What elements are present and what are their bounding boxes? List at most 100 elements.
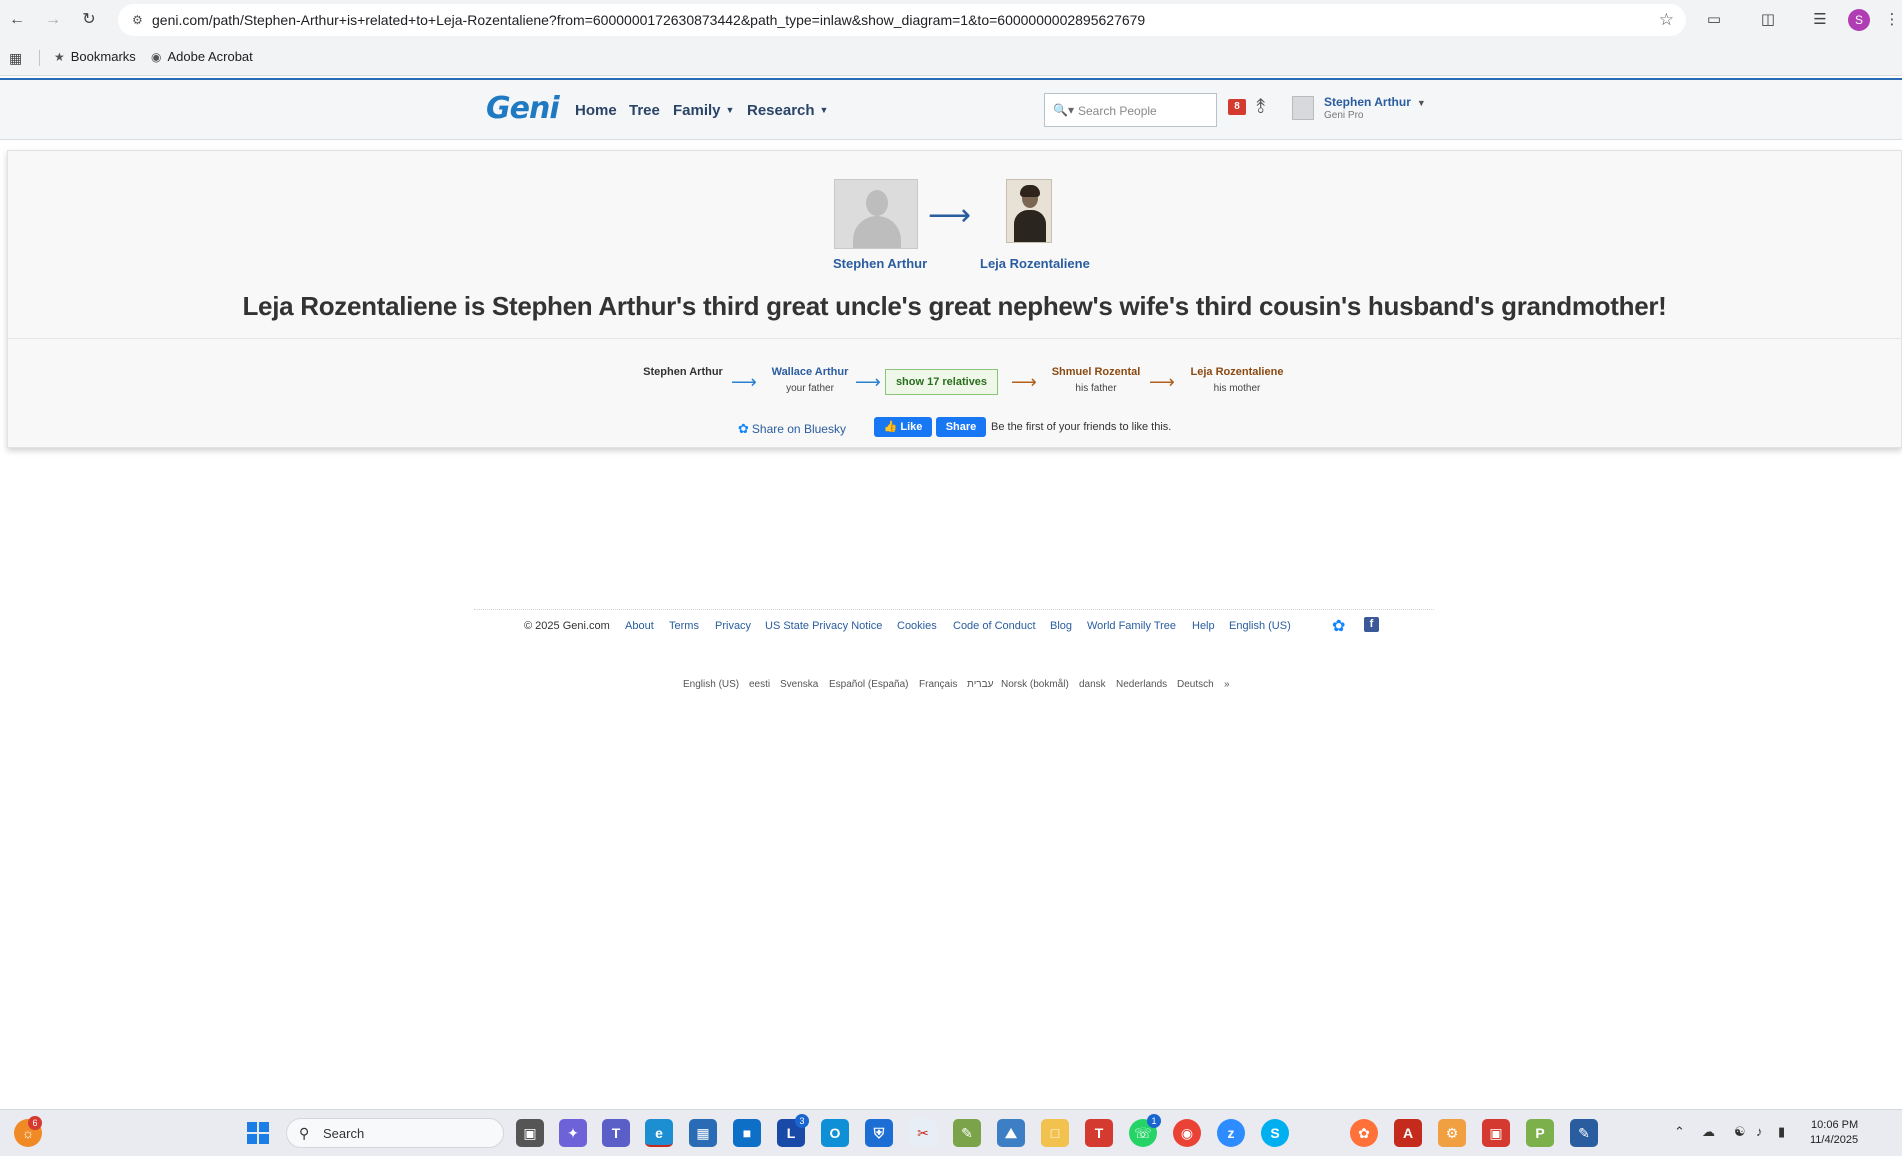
lang-eesti[interactable]: eesti xyxy=(749,679,770,690)
extensions-icon[interactable]: ▭ xyxy=(1702,8,1726,32)
path-person-shmuel[interactable]: Shmuel Rozental his father xyxy=(1039,366,1153,394)
app-o-icon[interactable]: O xyxy=(821,1119,849,1147)
lang-nederlands[interactable]: Nederlands xyxy=(1116,679,1167,690)
chrome-icon[interactable]: ◉ xyxy=(1173,1119,1201,1147)
stephen-arthur-photo[interactable] xyxy=(834,179,918,249)
footer-link-privacy[interactable]: Privacy xyxy=(715,620,751,632)
onedrive-cloud-icon[interactable]: ☁ xyxy=(1702,1124,1715,1140)
bluesky-icon[interactable]: ✿ xyxy=(1332,616,1345,636)
nav-home[interactable]: Home xyxy=(575,102,617,119)
bookmark-bookmarks[interactable]: ★ Bookmarks xyxy=(54,49,136,64)
facebook-like-button[interactable]: 👍 Like xyxy=(874,417,932,437)
volume-icon[interactable]: ♪ xyxy=(1756,1124,1763,1139)
copilot-icon[interactable]: ✦ xyxy=(559,1119,587,1147)
footer-link-language[interactable]: English (US) xyxy=(1229,620,1291,632)
bookmarks-bar: ▦ ★ Bookmarks ◉ Adobe Acrobat xyxy=(0,40,1902,76)
profile-avatar[interactable]: S xyxy=(1848,9,1870,31)
footer-link-help[interactable]: Help xyxy=(1192,620,1215,632)
snipping-tool-icon[interactable]: ✂ xyxy=(909,1119,937,1147)
battery-icon[interactable]: ▮ xyxy=(1778,1124,1785,1140)
chevron-down-icon: ▼ xyxy=(725,105,735,115)
store-icon[interactable]: ▦ xyxy=(689,1119,717,1147)
leja-rozentaliene-photo[interactable] xyxy=(1006,179,1052,243)
geni-logo[interactable]: Geni xyxy=(486,91,560,126)
site-info-icon[interactable]: ⚙ xyxy=(132,12,148,28)
path-person-wallace[interactable]: Wallace Arthur your father xyxy=(758,366,862,394)
search-people-input[interactable] xyxy=(1078,101,1208,121)
acrobat-icon: ◉ xyxy=(151,50,162,64)
lang-dansk[interactable]: dansk xyxy=(1079,679,1106,690)
wifi-icon[interactable]: ☯ xyxy=(1734,1124,1746,1140)
back-arrow-icon[interactable]: ← xyxy=(6,9,28,31)
task-view-icon[interactable]: ▣ xyxy=(516,1119,544,1147)
user-avatar[interactable] xyxy=(1292,96,1314,120)
footer-link-us-state-privacy[interactable]: US State Privacy Notice xyxy=(765,620,882,632)
zoom-icon[interactable]: z xyxy=(1217,1119,1245,1147)
lang-norsk[interactable]: Norsk (bokmål) xyxy=(1001,679,1069,690)
defender-shield-icon[interactable]: ⛨ xyxy=(865,1119,893,1147)
search-icon[interactable]: 🔍▾ xyxy=(1053,103,1074,117)
lang-deutsch[interactable]: Deutsch xyxy=(1177,679,1214,690)
facebook-share-button[interactable]: Share xyxy=(936,417,986,437)
skype-icon[interactable]: S xyxy=(1261,1119,1289,1147)
taskbar-search[interactable]: ⚲ Search xyxy=(286,1118,504,1148)
notepad-icon[interactable]: ✎ xyxy=(953,1119,981,1147)
path-person-leja[interactable]: Leja Rozentaliene his mother xyxy=(1175,366,1299,394)
facebook-icon[interactable]: f xyxy=(1364,617,1379,632)
show-hidden-icons-chevron-icon[interactable]: ⌃ xyxy=(1674,1124,1685,1140)
file-explorer-icon[interactable]: □ xyxy=(1041,1119,1069,1147)
search-people-box[interactable]: 🔍▾ xyxy=(1044,93,1217,127)
nav-tree[interactable]: Tree xyxy=(629,102,660,119)
bookmarks-divider xyxy=(39,50,40,66)
to-person-link[interactable]: Leja Rozentaliene xyxy=(980,256,1090,271)
reload-icon[interactable]: ↻ xyxy=(78,9,100,31)
forward-arrow-icon[interactable]: → xyxy=(42,9,64,31)
lang-francais[interactable]: Français xyxy=(919,679,957,690)
apps-grid-icon[interactable]: ▦ xyxy=(9,50,22,67)
footer-link-about[interactable]: About xyxy=(625,620,654,632)
app-icon-blue[interactable]: ■ xyxy=(733,1119,761,1147)
bookmark-adobe-acrobat[interactable]: ◉ Adobe Acrobat xyxy=(151,49,253,64)
teams-icon[interactable]: T xyxy=(602,1119,630,1147)
bookmark-star-icon[interactable]: ☆ xyxy=(1659,10,1674,30)
url-text[interactable]: geni.com/path/Stephen-Arthur+is+related+… xyxy=(152,12,1145,28)
photos-icon[interactable]: ⛰ xyxy=(997,1119,1025,1147)
relationship-panel: ⟶ Stephen Arthur Leja Rozentaliene Leja … xyxy=(7,150,1902,448)
taskbar-clock[interactable]: 10:06 PM 11/4/2025 xyxy=(1810,1118,1858,1148)
media-control-icon[interactable]: ☰ xyxy=(1808,8,1832,32)
lang-english-us[interactable]: English (US) xyxy=(683,679,739,690)
share-icon[interactable]: ⥉ xyxy=(1256,96,1265,119)
footer-link-world-family-tree[interactable]: World Family Tree xyxy=(1087,620,1176,632)
show-relatives-button[interactable]: show 17 relatives xyxy=(885,369,998,395)
from-person-link[interactable]: Stephen Arthur xyxy=(833,256,927,271)
app-orange-icon[interactable]: ⚙ xyxy=(1438,1119,1466,1147)
relationship-summary: ⟶ Stephen Arthur Leja Rozentaliene Leja … xyxy=(8,151,1901,339)
app-green-icon[interactable]: P xyxy=(1526,1119,1554,1147)
whatsapp-badge: 1 xyxy=(1147,1114,1161,1128)
app-t-icon[interactable]: T xyxy=(1085,1119,1113,1147)
nav-family[interactable]: Family ▼ xyxy=(673,102,734,119)
address-bar[interactable]: ⚙ geni.com/path/Stephen-Arthur+is+relate… xyxy=(118,4,1686,36)
notification-badge[interactable]: 8 xyxy=(1228,99,1246,115)
app-red-icon[interactable]: ▣ xyxy=(1482,1119,1510,1147)
path-person-stephen[interactable]: Stephen Arthur xyxy=(631,366,735,378)
lang-more[interactable]: » xyxy=(1224,679,1230,690)
lang-hebrew[interactable]: עברית xyxy=(967,679,993,690)
footer-link-blog[interactable]: Blog xyxy=(1050,620,1072,632)
lang-svenska[interactable]: Svenska xyxy=(780,679,818,690)
tab-search-icon[interactable]: ◫ xyxy=(1756,8,1780,32)
lang-espanol[interactable]: Español (España) xyxy=(829,679,909,690)
share-bluesky-link[interactable]: ✿ Share on Bluesky xyxy=(738,421,846,437)
app-edit-icon[interactable]: ✎ xyxy=(1570,1119,1598,1147)
relationship-headline: Leja Rozentaliene is Stephen Arthur's th… xyxy=(242,291,1667,321)
footer-link-cookies[interactable]: Cookies xyxy=(897,620,937,632)
menu-kebab-icon[interactable]: ⋮ xyxy=(1880,8,1902,32)
user-menu[interactable]: Stephen Arthur ▼ xyxy=(1324,95,1426,109)
edge-icon[interactable]: e xyxy=(645,1119,673,1147)
footer-link-code-of-conduct[interactable]: Code of Conduct xyxy=(953,620,1036,632)
firefox-icon[interactable]: ✿ xyxy=(1350,1119,1378,1147)
nav-research[interactable]: Research ▼ xyxy=(747,102,828,119)
footer-link-terms[interactable]: Terms xyxy=(669,620,699,632)
acrobat-taskbar-icon[interactable]: A xyxy=(1394,1119,1422,1147)
windows-start-icon[interactable] xyxy=(247,1122,269,1144)
